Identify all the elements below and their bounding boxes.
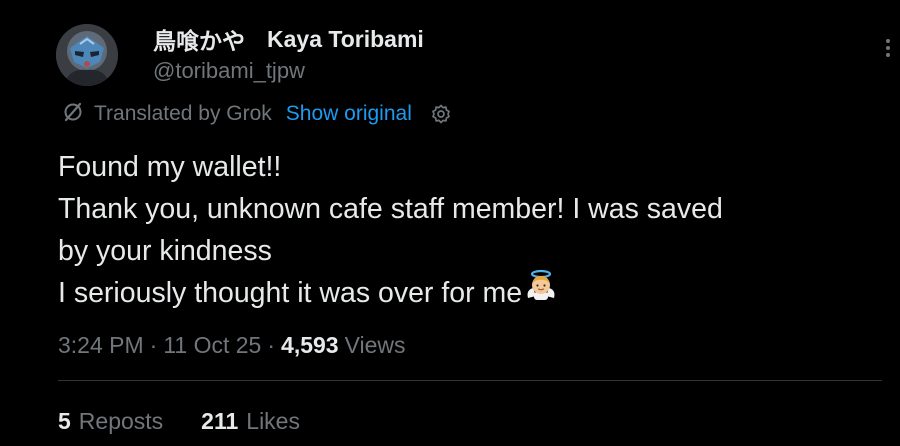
- settings-icon[interactable]: [430, 103, 452, 125]
- translated-by-label: Translated by Grok: [94, 102, 272, 125]
- reposts-count: 5: [58, 407, 71, 434]
- divider: [58, 380, 882, 381]
- angel-emoji: [524, 268, 558, 314]
- tweet-line: by your kindness: [58, 235, 272, 267]
- avatar[interactable]: [56, 24, 118, 86]
- show-original-link[interactable]: Show original: [286, 102, 412, 126]
- likes-stat[interactable]: 211 Likes: [201, 408, 300, 435]
- likes-label: Likes: [246, 407, 300, 434]
- meta-separator: ·: [149, 331, 158, 358]
- engagement-stats: 5 Reposts 211 Likes: [58, 404, 300, 438]
- tweet-date[interactable]: 11 Oct 25: [163, 332, 261, 359]
- reposts-label: Reposts: [78, 407, 164, 434]
- more-dot: [886, 39, 890, 43]
- tweet-time[interactable]: 3:24 PM: [58, 332, 144, 359]
- author-display-name[interactable]: 鳥喰かや: [153, 22, 245, 56]
- translation-bar: Translated by Grok Show original: [62, 100, 452, 128]
- views-label[interactable]: Views: [345, 332, 406, 359]
- more-dot: [886, 53, 890, 57]
- author-subname[interactable]: Kaya Toribami: [267, 26, 424, 53]
- tweet-text: Found my wallet!! Thank you, unknown caf…: [58, 146, 858, 314]
- more-icon[interactable]: [878, 36, 898, 60]
- translate-off-icon: [62, 101, 84, 128]
- meta-separator: ·: [267, 331, 276, 358]
- reposts-stat[interactable]: 5 Reposts: [58, 408, 163, 435]
- more-dot: [886, 46, 890, 50]
- tweet-line-last: I seriously thought it was over for me: [58, 270, 858, 314]
- tweet-line: Found my wallet!!: [58, 151, 282, 183]
- author-name-row: 鳥喰かや Kaya Toribami: [153, 22, 424, 56]
- tweet-meta: 3:24 PM · 11 Oct 25 · 4,593 Views: [58, 328, 406, 362]
- tweet-line: Thank you, unknown cafe staff member! I …: [58, 193, 723, 225]
- author-handle[interactable]: @toribami_tjpw: [153, 58, 305, 84]
- tweet-line-text: I seriously thought it was over for me: [58, 277, 523, 309]
- views-count[interactable]: 4,593: [281, 332, 339, 359]
- likes-count: 211: [201, 407, 239, 434]
